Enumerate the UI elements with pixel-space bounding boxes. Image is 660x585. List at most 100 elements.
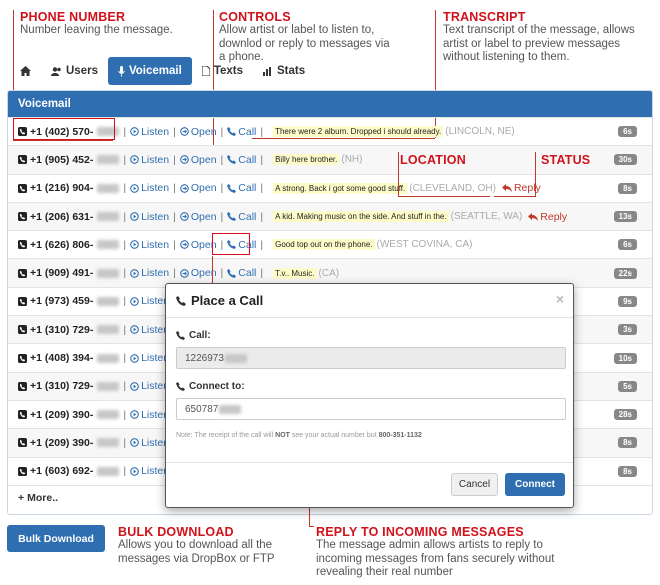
phone-icon (18, 268, 27, 278)
annotation-title: CONTROLS (219, 10, 291, 24)
open-link[interactable]: Open (180, 211, 217, 223)
call-label: Call (238, 238, 257, 251)
listen-link[interactable]: Listen (130, 239, 169, 251)
call-link[interactable]: Call (227, 126, 256, 138)
listen-link[interactable]: Listen (130, 295, 169, 307)
phone-icon (18, 466, 27, 476)
annotation-phone-number: PHONE NUMBER Number leaving the message. (20, 10, 200, 38)
duration-badge: 6s (618, 239, 637, 251)
duration-badge: 6s (618, 126, 637, 138)
play-circle-icon (130, 325, 139, 335)
open-link[interactable]: Open (180, 126, 217, 138)
tab-label: Texts (213, 65, 244, 77)
listen-link[interactable]: Listen (130, 126, 169, 138)
tab-stats[interactable]: Stats (253, 57, 315, 85)
reply-icon (528, 212, 539, 221)
phone-icon (18, 155, 27, 165)
annotation-line (398, 152, 399, 196)
modal-note: Note: The receipt of the call will NOT s… (176, 432, 563, 439)
arrow-circle-icon (180, 155, 189, 165)
table-row: +1 (206) 631- | Listen | Open | Call | A kid. Ma… (8, 201, 652, 231)
call-link[interactable]: Call (227, 267, 256, 279)
panel-title: Voicemail (8, 91, 652, 117)
listen-link[interactable]: Listen (130, 409, 169, 421)
listen-link[interactable]: Listen (130, 465, 169, 477)
tab-texts[interactable]: Texts (192, 57, 253, 85)
open-label: Open (190, 238, 217, 251)
annotation-title: REPLY TO INCOMING MESSAGES (316, 525, 524, 539)
reply-link[interactable]: Reply (528, 211, 567, 223)
phone-number-text: +1 (905) 452- (30, 153, 94, 166)
annotation-title: LOCATION (400, 153, 466, 167)
connect-label: Connect to: (189, 381, 245, 392)
annotation-bulk-download: BULK DOWNLOAD Allows you to download all… (118, 525, 278, 566)
phone-icon (176, 382, 185, 391)
open-link[interactable]: Open (180, 239, 217, 251)
listen-link[interactable]: Listen (130, 437, 169, 449)
duration-badge: 10s (613, 352, 637, 364)
listen-link[interactable]: Listen (130, 211, 169, 223)
open-link[interactable]: Open (180, 154, 217, 166)
phone-icon (18, 183, 27, 193)
listen-link[interactable]: Listen (130, 182, 169, 194)
bulk-download-button[interactable]: Bulk Download (7, 525, 105, 552)
note-text: Note: The receipt of the call will (176, 432, 276, 439)
listen-link[interactable]: Listen (130, 267, 169, 279)
phone-number: +1 (310) 729- (18, 324, 120, 336)
annotation-line (535, 152, 536, 196)
more-label: More.. (27, 492, 59, 505)
phone-number-text: +1 (973) 459- (30, 295, 94, 308)
location-text: (SEATTLE, WA) (450, 211, 523, 223)
call-link[interactable]: Call (227, 239, 256, 251)
open-label: Open (190, 182, 217, 195)
phone-icon (18, 212, 27, 222)
call-label: Call (238, 182, 257, 195)
open-link[interactable]: Open (180, 182, 217, 194)
duration-badge: 28s (613, 409, 637, 421)
duration-badge: 30s (613, 154, 637, 166)
phone-number-text: +1 (310) 729- (30, 380, 94, 393)
play-circle-icon (130, 410, 139, 419)
annotation-line (398, 196, 490, 197)
phone-number-text: +1 (603) 692- (30, 465, 94, 478)
phone-icon (18, 353, 27, 363)
tab-label: Stats (277, 65, 306, 77)
note-text: see your actual number but (289, 432, 379, 439)
tab-voicemail[interactable]: Voicemail (107, 57, 192, 85)
listen-label: Listen (141, 267, 170, 280)
phone-number-text: +1 (909) 491- (30, 267, 94, 280)
close-icon[interactable]: × (556, 291, 564, 307)
phone-number: +1 (206) 631- (18, 211, 120, 223)
call-link[interactable]: Call (227, 182, 256, 194)
phone-number-text: +1 (408) 394- (30, 352, 94, 365)
call-link[interactable]: Call (227, 154, 256, 166)
phone-number-text: +1 (209) 390- (30, 436, 94, 449)
microphone-icon (118, 65, 125, 76)
file-icon (201, 66, 210, 76)
listen-link[interactable]: Listen (130, 324, 169, 336)
phone-icon (18, 381, 27, 391)
play-circle-icon (130, 183, 139, 193)
cancel-button[interactable]: Cancel (451, 473, 498, 496)
call-label: Call (238, 153, 257, 166)
listen-label: Listen (141, 210, 170, 223)
phone-number: +1 (402) 570- (18, 125, 120, 138)
listen-label: Listen (141, 182, 170, 195)
play-circle-icon (130, 268, 139, 278)
call-label: Call: (189, 330, 211, 341)
tab-users[interactable]: Users (41, 57, 108, 85)
tab-home[interactable] (10, 57, 41, 85)
listen-link[interactable]: Listen (130, 380, 169, 392)
call-link[interactable]: Call (227, 211, 256, 223)
listen-link[interactable]: Listen (130, 352, 169, 364)
location-text: (NH) (341, 154, 363, 166)
listen-link[interactable]: Listen (130, 154, 169, 166)
connect-to-field[interactable]: 650787 (176, 398, 566, 420)
annotation-desc: Text transcript of the message, allows a… (443, 24, 635, 63)
phone-number: +1 (973) 459- (18, 295, 120, 308)
connect-button[interactable]: Connect (505, 473, 565, 496)
phone-icon (18, 296, 27, 306)
table-row: +1 (216) 904- | Listen | Open | Call | A strong.… (8, 173, 652, 202)
arrow-circle-icon (180, 212, 189, 221)
phone-number-text: +1 (402) 570- (30, 125, 94, 138)
